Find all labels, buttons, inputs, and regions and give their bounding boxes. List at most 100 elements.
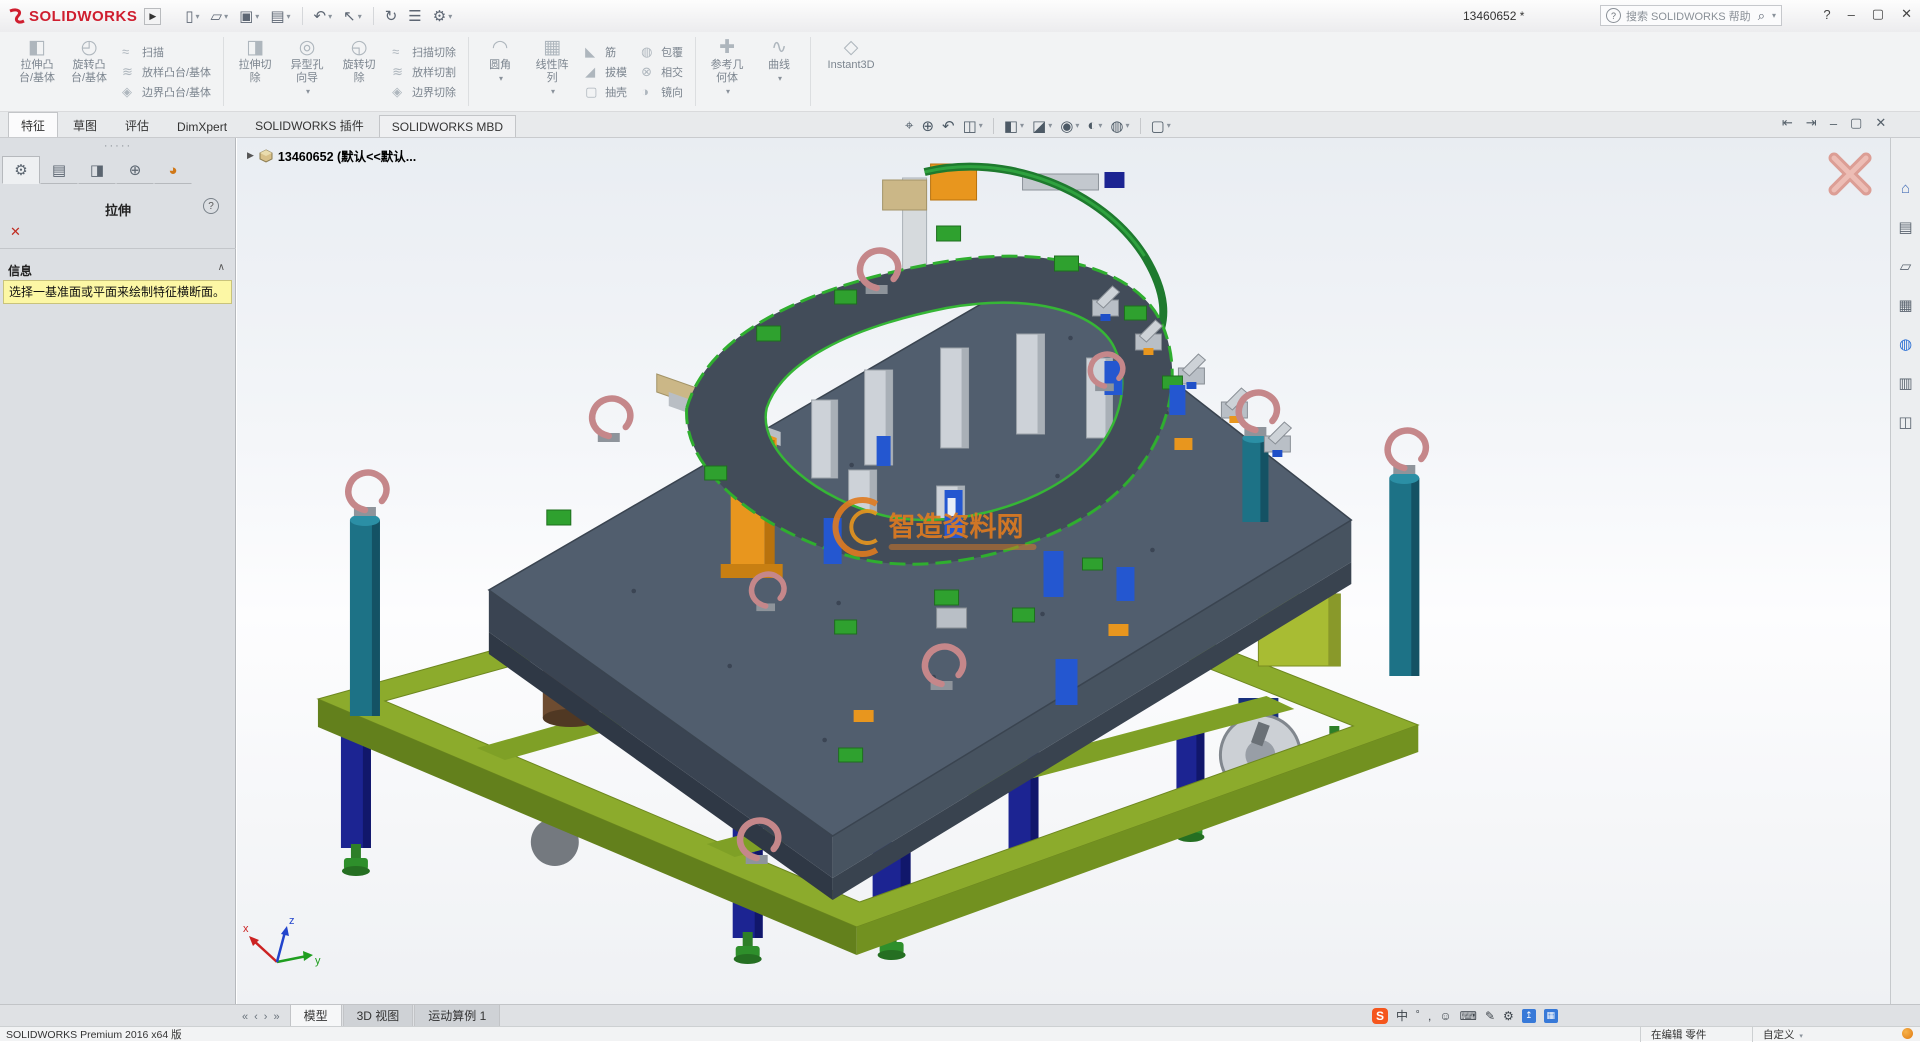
3d-views-tab[interactable]: 3D 视图: [343, 1004, 414, 1026]
doc-minimize-icon[interactable]: –: [1830, 116, 1837, 131]
dropdown-caret-icon[interactable]: ▾: [726, 85, 730, 98]
tree-root-label[interactable]: 13460652 (默认<<默认...: [278, 146, 416, 165]
dropdown-caret-icon[interactable]: ▾: [1126, 121, 1130, 130]
first-tab-icon[interactable]: «: [242, 1011, 248, 1023]
select-button[interactable]: ↖▾: [339, 5, 366, 27]
last-tab-icon[interactable]: »: [273, 1011, 279, 1023]
cancel-command-x[interactable]: [1834, 158, 1866, 190]
search-caret-icon[interactable]: ▾: [1772, 11, 1776, 20]
dropdown-caret-icon[interactable]: ▾: [979, 121, 983, 130]
revolve-cut-button[interactable]: ◵旋转切除: [333, 34, 385, 109]
restore-button[interactable]: ▢: [1872, 6, 1884, 22]
rib-button[interactable]: ◣筋: [585, 44, 627, 60]
prev-tab-icon[interactable]: ‹: [254, 1011, 258, 1023]
open-button[interactable]: ▱▾: [207, 5, 233, 27]
dropdown-caret-icon[interactable]: ▾: [499, 72, 503, 85]
configurationmanager-tab[interactable]: ▤: [40, 156, 78, 184]
intersect-button[interactable]: ⊗相交: [641, 64, 683, 80]
print-button[interactable]: ▤▾: [266, 5, 294, 27]
appearance-tab[interactable]: ◕: [154, 156, 192, 184]
dropdown-caret-icon[interactable]: ▾: [255, 12, 259, 21]
tab-features[interactable]: 特征: [8, 112, 58, 137]
dropdown-caret-icon[interactable]: ▾: [1048, 121, 1052, 130]
logo-expander-button[interactable]: ▶: [144, 8, 161, 25]
tree-expand-icon[interactable]: ▶: [247, 150, 254, 161]
tab-dimxpert[interactable]: DimXpert: [164, 115, 240, 137]
extrude-cut-button[interactable]: ◨拉伸切除: [229, 34, 281, 109]
ime-pen-icon[interactable]: ✎: [1485, 1009, 1495, 1023]
linear-pattern-button[interactable]: ▦线性阵列▾: [526, 34, 578, 109]
dropdown-caret-icon[interactable]: ▾: [224, 12, 228, 21]
new-button[interactable]: ▯▾: [181, 5, 203, 27]
minimize-button[interactable]: –: [1848, 7, 1855, 22]
revolve-boss-button[interactable]: ◴旋转凸台/基体: [63, 34, 115, 109]
ime-lang-toggle[interactable]: 中: [1396, 1007, 1408, 1024]
ime-logo[interactable]: S: [1372, 1008, 1388, 1024]
home-icon[interactable]: ⌂: [1901, 180, 1910, 197]
undo-button[interactable]: ↶▾: [310, 5, 337, 27]
close-button[interactable]: ✕: [1901, 6, 1912, 22]
dropdown-caret-icon[interactable]: ▾: [1075, 121, 1079, 130]
model-tab[interactable]: 模型: [290, 1004, 342, 1026]
propertymanager-tab[interactable]: ⚙: [2, 156, 40, 184]
view-orientation-icon[interactable]: ◧▾: [1004, 117, 1024, 135]
ime-keyboard-icon[interactable]: ⌨: [1460, 1009, 1477, 1023]
reference-geometry-button[interactable]: ✚参考几何体▾: [701, 34, 753, 109]
doc-close-icon[interactable]: ✕: [1875, 115, 1886, 131]
command-cancel-button[interactable]: ✕: [10, 224, 21, 240]
tab-sketch[interactable]: 草图: [60, 112, 110, 137]
panel-grip[interactable]: ·····: [94, 140, 142, 152]
boundary-boss-button[interactable]: ◈边界凸台/基体: [122, 84, 211, 100]
custom-properties-icon[interactable]: ▥: [1898, 374, 1912, 392]
apply-scene-icon[interactable]: ◍▾: [1110, 117, 1129, 135]
tab-addins[interactable]: SOLIDWORKS 插件: [242, 112, 377, 137]
message-group-header[interactable]: 信息: [8, 262, 32, 279]
design-library-icon[interactable]: ▤: [1898, 218, 1912, 236]
hide-show-icon[interactable]: ◉▾: [1060, 117, 1079, 135]
display-style-icon[interactable]: ◪▾: [1032, 117, 1052, 135]
ime-skin-icon[interactable]: ↥: [1522, 1009, 1536, 1023]
dropdown-caret-icon[interactable]: ▾: [551, 85, 555, 98]
tab-evaluate[interactable]: 评估: [112, 112, 162, 137]
appearances-icon[interactable]: ◍: [1899, 335, 1912, 353]
wrap-button[interactable]: ◍包覆: [641, 44, 683, 60]
mirror-button[interactable]: ◑镜向: [641, 84, 683, 100]
dropdown-caret-icon[interactable]: ▾: [1020, 121, 1024, 130]
instant3d-button[interactable]: ◇Instant3D: [816, 34, 886, 109]
options-button[interactable]: ⚙▾: [429, 5, 456, 27]
dropdown-caret-icon[interactable]: ▾: [1799, 1033, 1803, 1040]
ime-toolbox-icon[interactable]: ▦: [1544, 1009, 1558, 1023]
dropdown-caret-icon[interactable]: ▾: [287, 12, 291, 21]
search-icon[interactable]: ⌕: [1758, 8, 1765, 24]
sweep-cut-button[interactable]: ≈扫描切除: [392, 44, 456, 60]
view-palette-icon[interactable]: ▦: [1898, 296, 1912, 314]
ime-punct-toggle[interactable]: ゜,: [1416, 1007, 1431, 1024]
graphics-viewport[interactable]: ▶ 13460652 (默认<<默认...: [237, 138, 1890, 1004]
pane-collapse-icon[interactable]: ⇤: [1782, 115, 1793, 131]
dropdown-caret-icon[interactable]: ▾: [328, 12, 332, 21]
next-tab-icon[interactable]: ›: [264, 1011, 268, 1023]
file-properties-button[interactable]: ☰: [404, 5, 425, 27]
hole-wizard-button[interactable]: ◎异型孔向导▾: [281, 34, 333, 109]
dropdown-caret-icon[interactable]: ▾: [196, 12, 200, 21]
zoom-fit-icon[interactable]: ⌖: [905, 117, 913, 134]
boundary-cut-button[interactable]: ◈边界切除: [392, 84, 456, 100]
curves-button[interactable]: ∿曲线▾: [753, 34, 805, 109]
forum-icon[interactable]: ◫: [1898, 413, 1912, 431]
dropdown-caret-icon[interactable]: ▾: [1167, 121, 1171, 130]
ime-settings-icon[interactable]: ⚙: [1503, 1009, 1514, 1023]
file-explorer-icon[interactable]: ▱: [1900, 257, 1912, 275]
command-help-icon[interactable]: ?: [203, 198, 219, 214]
notification-icon[interactable]: [1902, 1028, 1913, 1039]
view-settings-icon[interactable]: ▢▾: [1151, 117, 1171, 135]
sweep-button[interactable]: ≈扫描: [122, 44, 211, 60]
section-view-icon[interactable]: ◫▾: [963, 117, 983, 135]
dropdown-caret-icon[interactable]: ▾: [358, 12, 362, 21]
doc-restore-icon[interactable]: ▢: [1850, 115, 1862, 131]
dropdown-caret-icon[interactable]: ▾: [306, 85, 310, 98]
edit-appearance-icon[interactable]: ◐▾: [1087, 117, 1102, 134]
zoom-area-icon[interactable]: ⊕: [921, 117, 934, 135]
extrude-boss-button[interactable]: ◧拉伸凸台/基体: [11, 34, 63, 109]
help-button[interactable]: ?: [1823, 7, 1830, 22]
dimxpertmanager-tab[interactable]: ◨: [78, 156, 116, 184]
